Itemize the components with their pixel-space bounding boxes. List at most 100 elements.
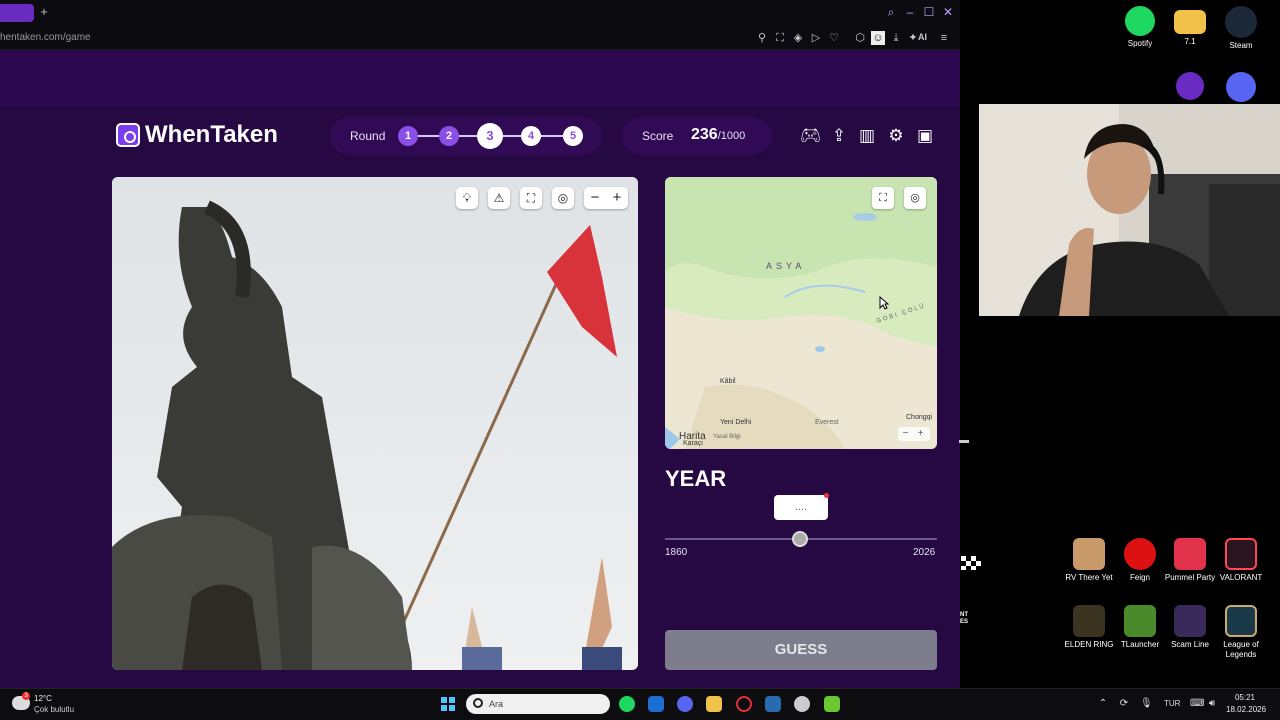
weather-condition[interactable]: Çok bulutlu [34, 705, 74, 714]
zoom-out-button[interactable]: − [584, 187, 606, 209]
photo-zoom-controls: − + [584, 187, 628, 209]
input-language[interactable]: TUR [1164, 699, 1180, 708]
extension-icon[interactable]: ⬡ [853, 31, 867, 45]
map-city-label: Chongqi [906, 414, 933, 421]
brand-title[interactable]: WhenTaken [145, 121, 278, 149]
desktop-icon-label: League of Legends [1223, 640, 1259, 659]
score-label: Score [642, 129, 674, 143]
maximize-icon[interactable]: ☐ [922, 5, 936, 19]
round-dot-5: 5 [563, 126, 583, 146]
gamepad-icon[interactable]: 🎮︎ [800, 126, 822, 146]
taskbar-chrome-icon[interactable] [794, 696, 810, 712]
taskbar-play-icon[interactable] [824, 696, 840, 712]
map-peak-label: Everest [815, 419, 839, 426]
statue-photo-image [112, 177, 638, 670]
score-max: /1000 [717, 130, 746, 142]
whentaken-logo-icon[interactable] [116, 123, 140, 147]
map-zoom-controls: − + [898, 427, 930, 441]
checker-fragment-icon [961, 556, 981, 570]
map-recenter-icon[interactable]: ◎ [904, 187, 926, 209]
windows-start-icon[interactable] [441, 697, 455, 711]
search-placeholder: Ara [489, 699, 504, 709]
app-icon [1176, 72, 1204, 100]
settings-gear-icon[interactable]: ⚙ [886, 126, 906, 146]
elden-ring-icon [1073, 605, 1105, 637]
game-photo[interactable] [112, 177, 638, 670]
map-city-label: Yeni Delhi [720, 419, 752, 426]
taskbar-mail-icon[interactable] [648, 696, 664, 712]
taskbar-folder-icon[interactable] [706, 696, 722, 712]
pin-icon[interactable]: ⚲ [755, 31, 769, 45]
map-fullscreen-icon[interactable]: ⛶ [872, 187, 894, 209]
play-icon[interactable]: ▷ [809, 31, 823, 45]
profile-icon[interactable]: ☺ [871, 31, 885, 45]
minimize-icon[interactable]: – [903, 5, 917, 19]
new-tab-button[interactable]: + [37, 5, 51, 19]
menu-icon[interactable]: ≡ [937, 31, 951, 45]
round-label: Round [350, 129, 386, 143]
map-region-label: ASYA [766, 261, 806, 271]
desktop-fragment [959, 440, 969, 443]
share-icon[interactable]: ⇪ [829, 126, 849, 146]
profile-icon[interactable]: ▣ [915, 126, 935, 146]
map-legal-link[interactable]: Yasal Bilgi [713, 434, 741, 440]
tray-mic-icon[interactable]: 🎙︎ [1140, 698, 1153, 709]
report-warning-icon[interactable]: ⚠ [488, 187, 510, 209]
heart-icon[interactable]: ♡ [827, 31, 841, 45]
screenshot-icon[interactable]: ⛶ [773, 31, 787, 45]
desktop-icon-valorant[interactable]: VALORANT [1211, 538, 1271, 583]
tray-volume-icon[interactable]: 🔊︎ [1206, 698, 1218, 709]
tray-sync-icon[interactable]: ⟳ [1118, 698, 1130, 709]
ai-label[interactable]: AI [918, 32, 927, 42]
url-text[interactable]: hentaken.com/game [0, 32, 91, 43]
taskbar-search-input[interactable] [466, 694, 610, 714]
score-number: 236 [691, 126, 718, 143]
steam-icon [1225, 6, 1257, 38]
pummel-party-icon [1174, 538, 1206, 570]
map-zoom-in-button[interactable]: + [913, 427, 928, 441]
round-dot-1: 1 [398, 126, 418, 146]
clock-date[interactable]: 18.02.2026 [1226, 705, 1266, 714]
map-attribution[interactable]: Harita [679, 431, 706, 442]
year-indicator-dot [824, 493, 829, 498]
search-tabs-icon[interactable]: ⌕ [884, 5, 898, 19]
taskbar-discord-icon[interactable] [677, 696, 693, 712]
folder-icon [1174, 10, 1206, 34]
desktop-icon-lol[interactable]: League of Legends [1211, 605, 1271, 660]
round-dot-3-current: 3 [477, 123, 503, 149]
stats-icon[interactable]: ▥ [857, 126, 877, 146]
taskbar [0, 688, 1280, 720]
hint-lightbulb-icon[interactable]: 💡︎ [456, 187, 478, 209]
year-input[interactable]: .... [774, 495, 828, 520]
desktop-icon-steam[interactable]: Steam [1211, 6, 1271, 51]
desktop-icon-discord[interactable] [1211, 72, 1271, 102]
map-city-label: Kâbil [720, 378, 736, 385]
taskbar-spotify-icon[interactable] [619, 696, 635, 712]
taskbar-opera-icon[interactable] [736, 696, 752, 712]
search-icon [473, 698, 483, 708]
close-icon[interactable]: ✕ [941, 5, 955, 19]
tab-bar [0, 0, 960, 26]
taskbar-app-icon[interactable] [765, 696, 781, 712]
year-slider-max: 2026 [913, 547, 936, 558]
tray-network-icon[interactable]: ⌨ [1190, 698, 1204, 709]
shield-icon[interactable]: ◈ [791, 31, 805, 45]
map-zoom-out-button[interactable]: − [898, 427, 913, 441]
tray-chevron-up-icon[interactable]: ⌃ [1097, 698, 1109, 709]
year-title: YEAR [665, 466, 727, 491]
round-dot-2: 2 [439, 126, 459, 146]
year-slider-min: 1860 [665, 547, 688, 558]
guess-button[interactable]: GUESS [665, 630, 937, 670]
zoom-in-button[interactable]: + [606, 187, 628, 209]
photo-recenter-icon[interactable]: ◎ [552, 187, 574, 209]
feign-icon [1124, 538, 1156, 570]
year-slider-thumb[interactable] [792, 531, 808, 547]
clock-time[interactable]: 05:21 [1229, 693, 1261, 702]
temperature[interactable]: 12°C [34, 694, 52, 703]
active-tab[interactable] [0, 4, 34, 22]
photo-fullscreen-icon[interactable]: ⛶ [520, 187, 542, 209]
scam-line-icon [1174, 605, 1206, 637]
discord-icon [1226, 72, 1256, 102]
weather-badge: 3 [22, 692, 30, 700]
download-icon[interactable]: ⤓ [889, 31, 903, 45]
